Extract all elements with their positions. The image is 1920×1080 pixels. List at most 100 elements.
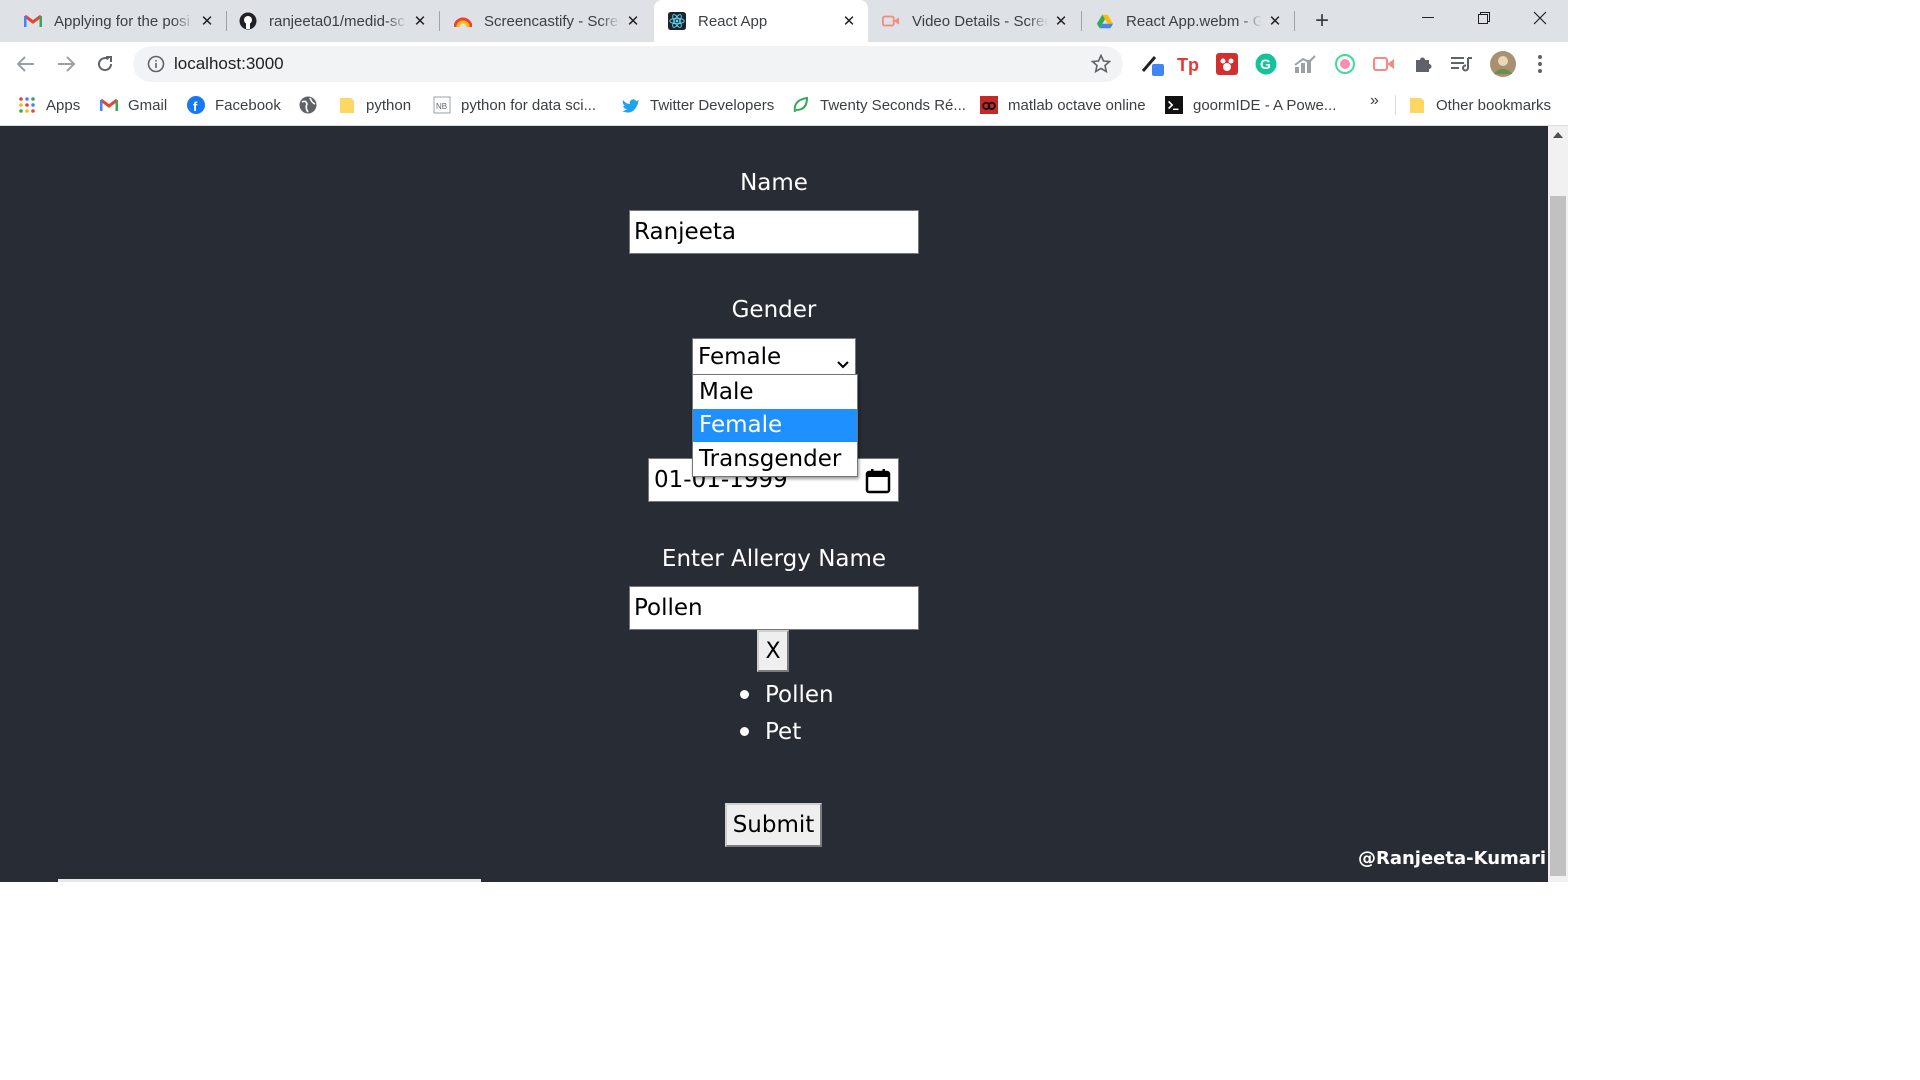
scrollbar[interactable] bbox=[1548, 126, 1568, 882]
terminal-icon bbox=[1165, 96, 1183, 114]
allergy-item-label: Pet bbox=[765, 718, 802, 745]
gender-option-male[interactable]: Male bbox=[693, 375, 857, 409]
tab-gmail[interactable]: Applying for the posi ✕ bbox=[0, 0, 226, 42]
bookmark-gmail[interactable]: Gmail bbox=[100, 94, 167, 116]
info-icon[interactable] bbox=[147, 55, 165, 78]
bookmark-apps[interactable]: Apps bbox=[18, 94, 80, 116]
record-extension-icon[interactable] bbox=[1333, 52, 1357, 76]
chevron-down-icon bbox=[837, 349, 849, 375]
gender-option-female[interactable]: Female bbox=[693, 408, 857, 442]
list-item: Pet bbox=[740, 713, 834, 750]
google-drive-icon bbox=[1096, 12, 1114, 30]
svg-text:G: G bbox=[1260, 56, 1271, 72]
new-tab-button[interactable]: + bbox=[1309, 7, 1335, 34]
bookmark-label: python for data sci... bbox=[461, 96, 597, 114]
reload-button[interactable] bbox=[91, 50, 119, 78]
minimize-button[interactable] bbox=[1400, 0, 1456, 36]
close-icon[interactable]: ✕ bbox=[198, 12, 216, 30]
screencastify-icon bbox=[454, 12, 472, 30]
remove-allergy-button[interactable]: X bbox=[757, 630, 789, 672]
tab-title: ranjeeta01/medid-sc bbox=[269, 12, 405, 30]
watermark: @Ranjeeta-Kumari bbox=[1357, 848, 1546, 869]
scroll-thumb[interactable] bbox=[1550, 196, 1566, 876]
menu-kebab-icon[interactable] bbox=[1528, 52, 1552, 76]
leaf-icon bbox=[792, 96, 810, 114]
gmail-icon bbox=[100, 96, 118, 114]
bookmark-label: Apps bbox=[46, 96, 81, 114]
page-content: Name Ranjeeta Gender Female Male Female … bbox=[0, 126, 1548, 882]
tab-drive[interactable]: React App.webm - G ✕ bbox=[1082, 0, 1294, 42]
close-icon[interactable]: ✕ bbox=[1266, 12, 1284, 30]
paw-extension-icon[interactable] bbox=[1215, 52, 1239, 76]
close-icon[interactable]: ✕ bbox=[1052, 12, 1070, 30]
list-item: Pollen bbox=[740, 676, 834, 713]
media-playlist-icon[interactable] bbox=[1450, 52, 1474, 76]
extensions-puzzle-icon[interactable] bbox=[1411, 52, 1435, 76]
bookmark-label: Other bookmarks bbox=[1436, 96, 1552, 114]
close-window-button[interactable] bbox=[1512, 0, 1568, 36]
svg-text:NB: NB bbox=[436, 102, 447, 111]
tab-title: Screencastify - Scree bbox=[484, 12, 620, 30]
allergy-list: Pollen Pet bbox=[740, 676, 834, 750]
video-icon bbox=[882, 12, 900, 30]
bookmark-globe[interactable] bbox=[299, 94, 327, 116]
tab-screencastify[interactable]: Screencastify - Scree ✕ bbox=[440, 0, 652, 42]
back-button[interactable] bbox=[12, 50, 40, 78]
bookmark-python-data-science[interactable]: NB python for data sci... bbox=[433, 94, 596, 116]
folder-icon bbox=[1408, 96, 1426, 114]
bookmark-star-icon[interactable] bbox=[1090, 53, 1112, 79]
video-extension-icon[interactable] bbox=[1372, 52, 1396, 76]
react-icon bbox=[668, 12, 686, 30]
apps-grid-icon bbox=[18, 96, 36, 114]
bookmarks-bar: Apps Gmail f Facebook python NB python f… bbox=[0, 86, 1568, 126]
restore-button[interactable] bbox=[1456, 0, 1512, 36]
close-icon[interactable]: ✕ bbox=[411, 12, 429, 30]
gender-option-transgender[interactable]: Transgender bbox=[693, 442, 857, 476]
tab-react-app[interactable]: React App ✕ bbox=[654, 0, 868, 42]
tab-title: React App bbox=[698, 12, 768, 30]
bookmarks-overflow-button[interactable]: » bbox=[1370, 92, 1379, 110]
submit-button[interactable]: Submit bbox=[725, 803, 822, 847]
calendar-icon[interactable] bbox=[865, 468, 891, 500]
tp-extension-icon[interactable]: Tp bbox=[1176, 52, 1200, 76]
bookmark-label: python bbox=[366, 96, 412, 114]
bookmark-python-folder[interactable]: python bbox=[338, 94, 411, 116]
bookmark-label: Twitter Developers bbox=[650, 96, 775, 114]
bookmark-matlab-octave[interactable]: matlab octave online bbox=[980, 94, 1146, 116]
browser-toolbar: localhost:3000 Tp G bbox=[0, 42, 1568, 86]
tab-strip: Applying for the posi ✕ ranjeeta01/medid… bbox=[0, 0, 1568, 42]
github-icon bbox=[239, 12, 257, 30]
name-input[interactable]: Ranjeeta bbox=[629, 210, 919, 254]
forward-button[interactable] bbox=[52, 50, 80, 78]
bookmark-other[interactable]: Other bookmarks bbox=[1408, 94, 1551, 116]
gender-label: Gender bbox=[731, 297, 817, 323]
grammarly-icon[interactable]: G bbox=[1254, 52, 1278, 76]
twitter-icon bbox=[622, 96, 640, 114]
bookmark-label: Facebook bbox=[215, 96, 281, 114]
close-icon[interactable]: ✕ bbox=[624, 12, 642, 30]
chart-extension-icon[interactable] bbox=[1293, 52, 1317, 76]
tab-github[interactable]: ranjeeta01/medid-sc ✕ bbox=[227, 0, 439, 42]
octave-icon bbox=[980, 96, 998, 114]
bullet-icon bbox=[740, 690, 749, 699]
bookmark-facebook[interactable]: f Facebook bbox=[187, 94, 281, 116]
allergy-input[interactable]: Pollen bbox=[629, 586, 919, 630]
svg-text:Tp: Tp bbox=[1177, 55, 1199, 75]
url-text[interactable]: localhost:3000 bbox=[174, 54, 284, 74]
svg-text:f: f bbox=[193, 99, 198, 114]
pen-extension-icon[interactable] bbox=[1140, 52, 1164, 76]
bookmark-twenty-seconds[interactable]: Twenty Seconds Ré... bbox=[792, 94, 966, 116]
profile-avatar[interactable] bbox=[1489, 50, 1517, 78]
address-bar[interactable]: localhost:3000 bbox=[133, 46, 1123, 82]
gender-select[interactable]: Female bbox=[692, 338, 856, 375]
allergy-item-label: Pollen bbox=[765, 681, 834, 708]
close-icon[interactable]: ✕ bbox=[840, 12, 858, 30]
tab-title: Applying for the posi bbox=[54, 12, 190, 30]
scroll-up-arrow-icon[interactable] bbox=[1553, 132, 1563, 138]
bookmark-goormide[interactable]: goormIDE - A Powe... bbox=[1165, 94, 1336, 116]
folder-icon bbox=[338, 96, 356, 114]
bookmark-label: matlab octave online bbox=[1008, 96, 1146, 114]
bookmark-label: Gmail bbox=[128, 96, 168, 114]
bookmark-twitter-developers[interactable]: Twitter Developers bbox=[622, 94, 774, 116]
tab-video-details[interactable]: Video Details - Scree ✕ bbox=[868, 0, 1080, 42]
